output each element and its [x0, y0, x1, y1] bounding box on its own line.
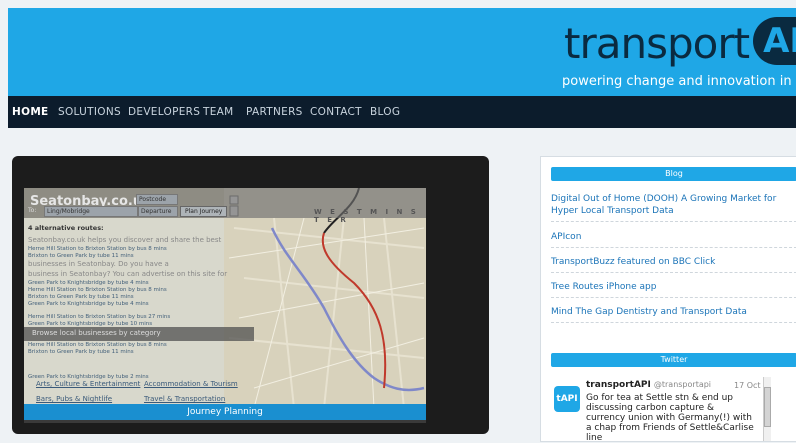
tweet-author-name: transportAPI	[586, 380, 651, 390]
video-caption-bar: Journey Planning	[24, 404, 426, 420]
plan-journey-button: Plan Journey	[180, 206, 228, 217]
category-bar-text: Browse local businesses by category	[32, 329, 161, 337]
tweet-handle: @transportapi	[653, 380, 712, 389]
promo-line-1: Seatonbay.co.uk helps you discover and s…	[28, 236, 222, 244]
routes-heading: 4 alternative routes:	[28, 224, 104, 232]
blog-heading: Blog	[551, 167, 796, 181]
tweet-scrollbar[interactable]	[763, 377, 771, 441]
nav-blog[interactable]: BLOG	[370, 96, 400, 128]
promo-line-3: business in Seatonbay? You can advertise…	[28, 270, 228, 278]
category-bar: Browse local businesses by category	[24, 327, 254, 341]
blog-post-link[interactable]: TransportBuzz featured on BBC Click	[551, 256, 796, 273]
blog-post-link[interactable]: APIcon	[551, 231, 796, 248]
logo-text: transport	[564, 19, 750, 68]
nav-solutions[interactable]: SOLUTIONS	[58, 96, 121, 128]
to-field: Ling/Mobridge	[44, 206, 138, 217]
category-link: Arts, Culture & Entertainment	[36, 380, 141, 388]
route-step: Green Park to Knightsbridge by tube 4 mi…	[28, 301, 149, 307]
site-header: transportAPI powering change and innovat…	[8, 8, 796, 96]
route-step: Herne Hill Station to Brixton Station by…	[28, 342, 167, 348]
nav-developers[interactable]: DEVELOPERS	[128, 96, 200, 128]
twitter-avatar[interactable]: tAPI	[554, 386, 580, 412]
route-step: Herne Hill Station to Brixton Station by…	[28, 246, 167, 252]
logo-badge: API	[753, 17, 796, 65]
category-link: Bars, Pubs & Nightlife	[36, 395, 113, 403]
tweet-scrollbar-thumb[interactable]	[764, 387, 771, 427]
video-progress[interactable]	[24, 420, 426, 423]
active-nav-pointer	[24, 121, 36, 128]
tweet-author[interactable]: transportAPI @transportapi	[586, 380, 711, 390]
to-label: To:	[28, 207, 37, 214]
blog-post-link[interactable]: Mind The Gap Dentistry and Transport Dat…	[551, 306, 796, 323]
route-step: Brixton to Green Park by tube 11 mins	[28, 349, 134, 355]
category-link: Travel & Transportation	[144, 395, 226, 403]
category-link: Accommodation & Tourism	[144, 380, 238, 388]
nav-team[interactable]: TEAM	[203, 96, 234, 128]
blog-post-link[interactable]: Digital Out of Home (DOOH) A Growing Mar…	[551, 193, 796, 222]
tagline: powering change and innovation in transp…	[562, 74, 796, 89]
twitter-heading: Twitter	[551, 353, 796, 367]
route-step: Brixton to Green Park by tube 11 mins	[28, 294, 134, 300]
transportapi-logo[interactable]: transportAPI	[564, 14, 796, 74]
blog-post-link[interactable]: Tree Routes iPhone app	[551, 281, 796, 298]
nav-contact[interactable]: CONTACT	[310, 96, 362, 128]
page-top-strip	[0, 0, 796, 8]
video-caption: Journey Planning	[187, 407, 263, 417]
tweet-date: 17 Oct	[734, 381, 761, 390]
route-step: Herne Hill Station to Brixton Station by…	[28, 314, 171, 320]
departure-select: Departure	[138, 206, 178, 217]
route-step: Herne Hill Station to Brixton Station by…	[28, 287, 167, 293]
tweet-text: Go for tea at Settle stn & end up discus…	[586, 393, 754, 443]
main-nav: HOME SOLUTIONS DEVELOPERS TEAM PARTNERS …	[8, 96, 796, 128]
video-screen[interactable]: Seatonbay.co.uk Postcode To: Ling/Mobrid…	[24, 188, 426, 420]
route-step: Green Park to Knightsbridge by tube 4 mi…	[28, 280, 149, 286]
map-area-label: W E S T M I N S T E R	[314, 208, 419, 224]
from-field: Postcode	[136, 194, 178, 205]
promo-line-2: businesses in Seatonbay. Do you have a	[28, 260, 169, 268]
nav-partners[interactable]: PARTNERS	[246, 96, 303, 128]
route-step: Brixton to Green Park by tube 11 mins	[28, 253, 134, 259]
